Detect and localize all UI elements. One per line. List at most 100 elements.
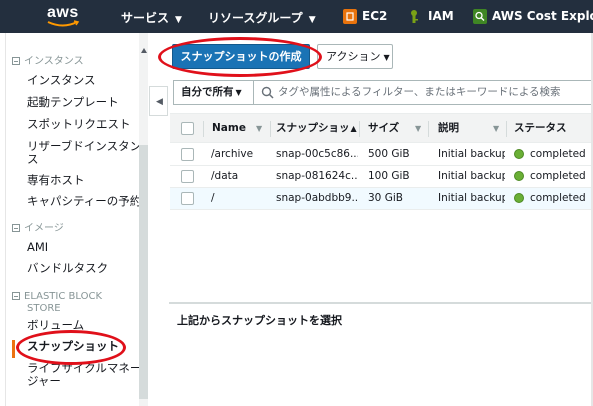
cell-name: / <box>211 192 215 204</box>
actions-button[interactable]: アクション ▼ <box>317 44 393 69</box>
cell-status: completed <box>530 192 586 204</box>
cell-snapshot-id: snap-0abdbb9... <box>276 192 358 204</box>
lifecycle-manager-line2: ジャー <box>27 374 61 388</box>
chevron-down-icon: ▼ <box>235 88 242 97</box>
status-completed-icon <box>514 193 524 203</box>
collapse-icon <box>12 224 20 232</box>
column-separator <box>506 121 507 137</box>
shortcut-ec2[interactable]: EC2 <box>362 9 387 23</box>
cell-name: /archive <box>211 148 254 160</box>
column-header-size[interactable]: サイズ <box>368 114 399 142</box>
chevron-left-icon: ◀ <box>156 97 163 107</box>
sort-asc-icon: ▲ <box>350 124 357 133</box>
sidebar-section-images[interactable]: イメージ <box>12 223 64 235</box>
sidebar-item-ami[interactable]: AMI <box>27 241 48 254</box>
sidebar-item-capacity-reservations[interactable]: キャパシティーの予約 <box>27 195 141 208</box>
sort-icon: ▼ <box>415 124 422 133</box>
sidebar: インスタンス インスタンス 起動テンプレート スポットリクエスト リザーブドイン… <box>5 33 148 406</box>
column-header-snapshot-id[interactable]: スナップショッ▲ <box>276 114 357 142</box>
sidebar-item-bundle-tasks[interactable]: バンドルタスク <box>27 262 108 275</box>
cell-size: 500 GiB <box>368 148 410 160</box>
cell-size: 30 GiB <box>368 192 403 204</box>
active-indicator <box>12 340 15 358</box>
cost-explorer-icon <box>473 9 487 24</box>
shortcut-ec2-label: EC2 <box>362 9 388 23</box>
row-checkbox[interactable] <box>181 148 194 161</box>
column-header-snapshot-id-label: スナップショッ <box>276 122 350 134</box>
chevron-down-icon: ▼ <box>308 15 316 25</box>
table-row[interactable]: / snap-0abdbb9... 30 GiB Initial backup … <box>170 188 593 210</box>
aws-smile-icon <box>47 20 80 27</box>
table-header: Name ▼ スナップショッ▲ サイズ ▼ 説明 ▼ ステータス <box>170 113 593 143</box>
sidebar-item-snapshots[interactable]: スナップショット <box>27 340 119 353</box>
column-header-status[interactable]: ステータス <box>514 114 567 142</box>
actions-label: アクション <box>326 50 381 63</box>
cell-description: Initial backup <box>438 170 505 182</box>
sidebar-item-lifecycle-manager[interactable]: ライフサイクルマネー ジャー <box>27 362 141 388</box>
services-menu[interactable]: サービス ▼ <box>121 9 182 26</box>
cell-description: Initial backup <box>438 192 505 204</box>
shortcut-iam-label: IAM <box>428 9 454 23</box>
top-navigation-bar: aws サービス ▼ リソースグループ ▼ EC2 IAM AWS Cost Exp… <box>0 0 593 33</box>
services-label: サービス <box>121 11 170 25</box>
iam-icon <box>407 9 421 24</box>
column-header-status-label: ステータス <box>514 122 567 134</box>
reserved-instances-line1: リザーブドインスタン <box>27 139 142 153</box>
sidebar-item-instances[interactable]: インスタンス <box>27 74 96 87</box>
sidebar-item-spot-requests[interactable]: スポットリクエスト <box>27 118 131 131</box>
column-header-description[interactable]: 説明 <box>438 114 459 142</box>
collapse-sidebar-button[interactable]: ◀ <box>149 86 168 116</box>
main-content: スナップショットの作成 アクション ▼ 自分で所有 ▼ タグや属性によるフィルター、… <box>169 33 593 406</box>
select-all-checkbox[interactable] <box>181 122 194 135</box>
cell-snapshot-id: snap-00c5c86... <box>276 148 358 160</box>
cell-status: completed <box>530 148 586 160</box>
scrollbar-thumb[interactable] <box>139 145 148 399</box>
row-checkbox[interactable] <box>181 170 194 183</box>
shortcut-cost-explorer-label: AWS Cost Explore <box>492 9 593 23</box>
search-input[interactable]: タグや属性によるフィルター、またはキーワードによる検索 <box>278 81 561 104</box>
column-header-name[interactable]: Name <box>212 114 246 142</box>
collapse-icon <box>12 292 20 300</box>
sidebar-item-reserved-instances[interactable]: リザーブドインスタン ス <box>27 140 141 166</box>
scroll-up-icon[interactable] <box>141 48 147 53</box>
cell-size: 100 GiB <box>368 170 410 182</box>
column-header-description-label: 説明 <box>438 122 459 134</box>
table-row[interactable]: /archive snap-00c5c86... 500 GiB Initial… <box>170 144 593 166</box>
column-separator <box>428 121 429 137</box>
ec2-icon <box>343 9 357 24</box>
column-header-name-label: Name <box>212 122 246 134</box>
row-checkbox[interactable] <box>181 192 194 205</box>
sort-icon: ▼ <box>493 124 500 133</box>
filter-bar: 自分で所有 ▼ タグや属性によるフィルター、またはキーワードによる検索 <box>173 80 593 105</box>
owner-filter-dropdown[interactable]: 自分で所有 ▼ <box>174 81 254 104</box>
detail-empty-message: 上記からスナップショットを選択 <box>177 314 342 327</box>
sort-icon: ▼ <box>256 124 263 133</box>
table-row[interactable]: /data snap-081624c... 100 GiB Initial ba… <box>170 166 593 188</box>
section-title: イメージ <box>24 223 64 234</box>
shortcut-iam[interactable]: IAM <box>428 9 454 23</box>
section-title-line1: ELASTIC BLOCK <box>24 291 103 302</box>
column-header-size-label: サイズ <box>368 122 400 134</box>
status-completed-icon <box>514 171 524 181</box>
aws-logo[interactable]: aws <box>44 4 84 29</box>
sidebar-section-instances[interactable]: インスタンス <box>12 56 84 68</box>
cell-snapshot-id: snap-081624c... <box>276 170 358 182</box>
sidebar-item-launch-templates[interactable]: 起動テンプレート <box>27 96 119 109</box>
shortcut-cost-explorer[interactable]: AWS Cost Explore <box>492 9 593 23</box>
chevron-down-icon: ▼ <box>383 53 390 62</box>
detail-pane-divider[interactable] <box>169 302 593 304</box>
cell-description: Initial backup <box>438 148 505 160</box>
chevron-down-icon: ▼ <box>175 15 182 25</box>
column-separator <box>203 121 204 137</box>
column-separator <box>359 121 360 137</box>
sidebar-item-dedicated-hosts[interactable]: 専有ホスト <box>27 174 85 187</box>
create-snapshot-button[interactable]: スナップショットの作成 <box>172 44 310 69</box>
resource-groups-menu[interactable]: リソースグループ ▼ <box>208 9 316 26</box>
sidebar-item-volumes[interactable]: ボリューム <box>27 319 84 332</box>
sidebar-section-ebs[interactable]: ELASTIC BLOCK <box>12 291 102 303</box>
column-separator <box>270 121 271 137</box>
sidebar-scrollbar[interactable] <box>139 33 148 406</box>
section-title: インスタンス <box>24 56 84 67</box>
sidebar-section-ebs-line2: STORE <box>27 303 61 314</box>
cell-status: completed <box>530 170 586 182</box>
